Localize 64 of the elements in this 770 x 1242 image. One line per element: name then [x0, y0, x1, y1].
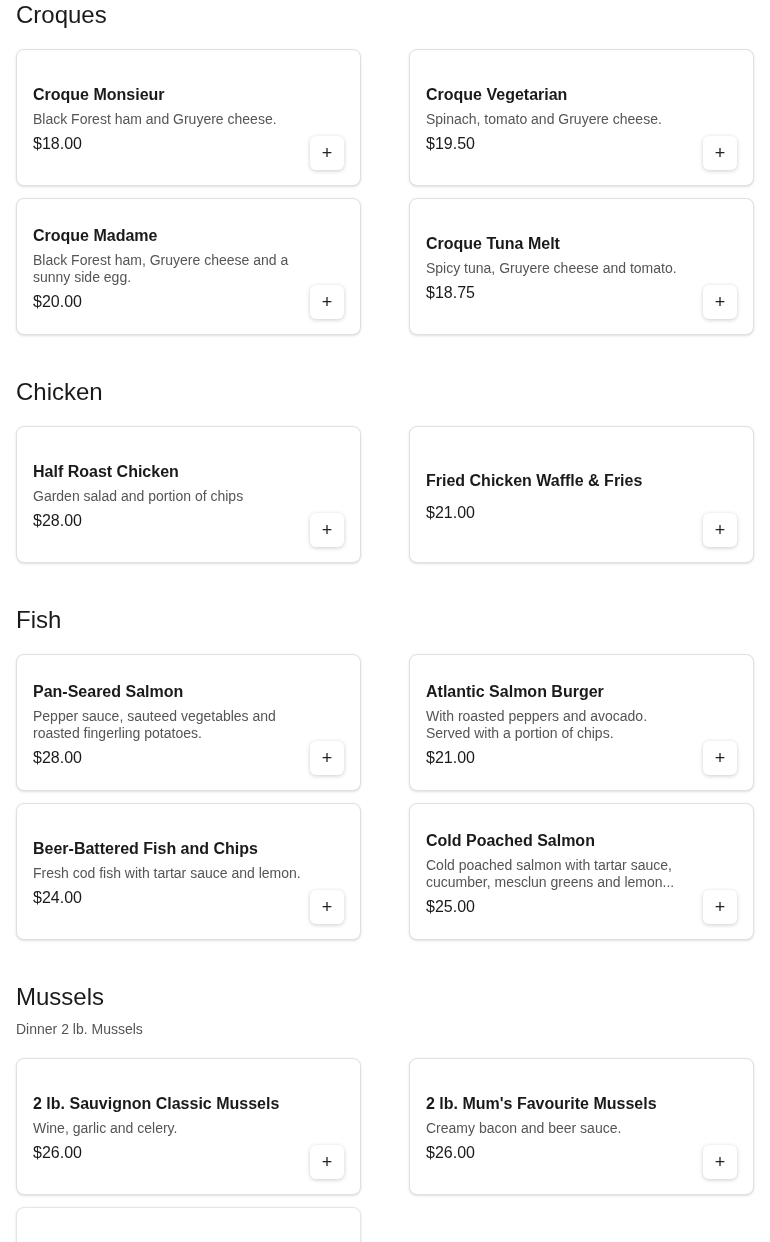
section-title: Chicken — [16, 377, 104, 407]
item-name: 2 lb. Mum's Favourite Mussels — [426, 1094, 658, 1114]
item-price: $19.50 — [426, 134, 476, 154]
item-name: Half Roast Chicken — [33, 462, 180, 482]
menu-card[interactable]: Croque Vegetarian Spinach, tomato and Gruyere cheese. $19.50 + — [409, 49, 754, 186]
item-description: Cold poached salmon with tartar sauce, cucumber, mesclun greens and lemon... — [426, 856, 676, 891]
item-price: $18.00 — [33, 134, 83, 154]
section-title: Fish — [16, 605, 63, 635]
add-button[interactable]: + — [310, 890, 344, 924]
menu-card[interactable]: 2 lb. Sauvignon Classic Mussels Wine, garlic and celery. $26.00 + — [16, 1058, 361, 1195]
item-name: Atlantic Salmon Burger — [426, 681, 605, 702]
item-price: $28.00 — [33, 747, 83, 768]
menu-card[interactable]: Fried Chicken Waffle & Fries $21.00 + — [409, 426, 754, 563]
item-name: Cold Poached Salmon — [426, 830, 596, 851]
add-button[interactable]: + — [703, 890, 737, 924]
item-name: Beer-Battered Fish and Chips — [33, 839, 259, 859]
menu-card[interactable]: Croque Tuna Melt Spicy tuna, Gruyere cheese and tomato. $18.75 + — [409, 198, 754, 335]
item-name: Fried Chicken Waffle & Fries — [426, 470, 644, 491]
item-description: Creamy bacon and beer sauce. — [426, 1120, 623, 1137]
item-name: Croque Tuna Melt — [426, 234, 561, 254]
item-description: Garden salad and portion of chips — [33, 488, 245, 505]
item-description: Wine, garlic and celery. — [33, 1120, 179, 1137]
item-name: 2 lb. Sauvignon Classic Mussels — [33, 1094, 281, 1114]
item-description: Pepper sauce, sauteed vegetables and roasted fingerling potatoes. — [33, 707, 277, 742]
item-description: Spinach, tomato and Gruyere cheese. — [426, 111, 663, 128]
menu-card[interactable]: Beer-Battered Fish and Chips Fresh cod fish with tartar sauce and lemon. $24.00 + — [16, 803, 361, 940]
section-title: Croques — [16, 0, 108, 30]
item-price: $26.00 — [33, 1143, 83, 1163]
item-description: Spicy tuna, Gruyere cheese and tomato. — [426, 260, 678, 277]
add-button[interactable]: + — [310, 285, 344, 319]
add-button[interactable]: + — [703, 136, 737, 170]
add-button[interactable]: + — [703, 1145, 737, 1179]
add-button[interactable]: + — [310, 136, 344, 170]
menu-card[interactable]: Atlantic Salmon Burger With roasted peppers and avocado. Served with a portion of chips. $21.00 + — [409, 654, 754, 791]
item-price: $26.00 — [426, 1143, 476, 1163]
item-name: Croque Madame — [33, 225, 159, 246]
add-button[interactable]: + — [310, 741, 344, 775]
item-description: Black Forest ham and Gruyere cheese. — [33, 111, 278, 128]
item-price: $21.00 — [426, 502, 476, 523]
item-price: $25.00 — [426, 896, 476, 917]
add-button[interactable]: + — [703, 741, 737, 775]
item-description: Black Forest ham, Gruyere cheese and a sunny side egg. — [33, 251, 290, 286]
item-price: $21.00 — [426, 747, 476, 768]
item-description: Fresh cod fish with tartar sauce and lemon. — [33, 865, 302, 882]
menu-card[interactable]: Croque Monsieur Black Forest ham and Gruyere cheese. $18.00 + — [16, 49, 361, 186]
menu-card[interactable]: Half Roast Chicken Garden salad and portion of chips $28.00 + — [16, 426, 361, 563]
add-button[interactable]: + — [310, 1145, 344, 1179]
item-description: With roasted peppers and avocado. Served with a portion of chips. — [426, 707, 649, 742]
add-button[interactable]: + — [310, 513, 344, 547]
item-price: $18.75 — [426, 283, 476, 303]
section-subtitle: Dinner 2 lb. Mussels — [16, 1020, 144, 1039]
add-button[interactable]: + — [703, 285, 737, 319]
item-price: $20.00 — [33, 291, 83, 312]
menu-card[interactable]: Pan-Seared Salmon Pepper sauce, sauteed vegetables and roasted fingerling potatoes. $28.00 + — [16, 654, 361, 791]
section-title: Mussels — [16, 982, 106, 1012]
add-button[interactable]: + — [703, 513, 737, 547]
item-name: Pan-Seared Salmon — [33, 681, 185, 702]
item-price: $24.00 — [33, 888, 83, 908]
item-name: Croque Vegetarian — [426, 85, 569, 105]
item-price: $28.00 — [33, 511, 83, 531]
item-name: Croque Monsieur — [33, 85, 166, 105]
menu-card[interactable]: Croque Madame Black Forest ham, Gruyere cheese and a sunny side egg. $20.00 + — [16, 198, 361, 335]
menu-card[interactable]: Cold Poached Salmon Cold poached salmon with tartar sauce, cucumber, mesclun greens and lemon... $25.00 + — [409, 803, 754, 940]
menu-card[interactable]: 2 lb. Mum's Favourite Mussels Creamy bacon and beer sauce. $26.00 + — [409, 1058, 754, 1195]
